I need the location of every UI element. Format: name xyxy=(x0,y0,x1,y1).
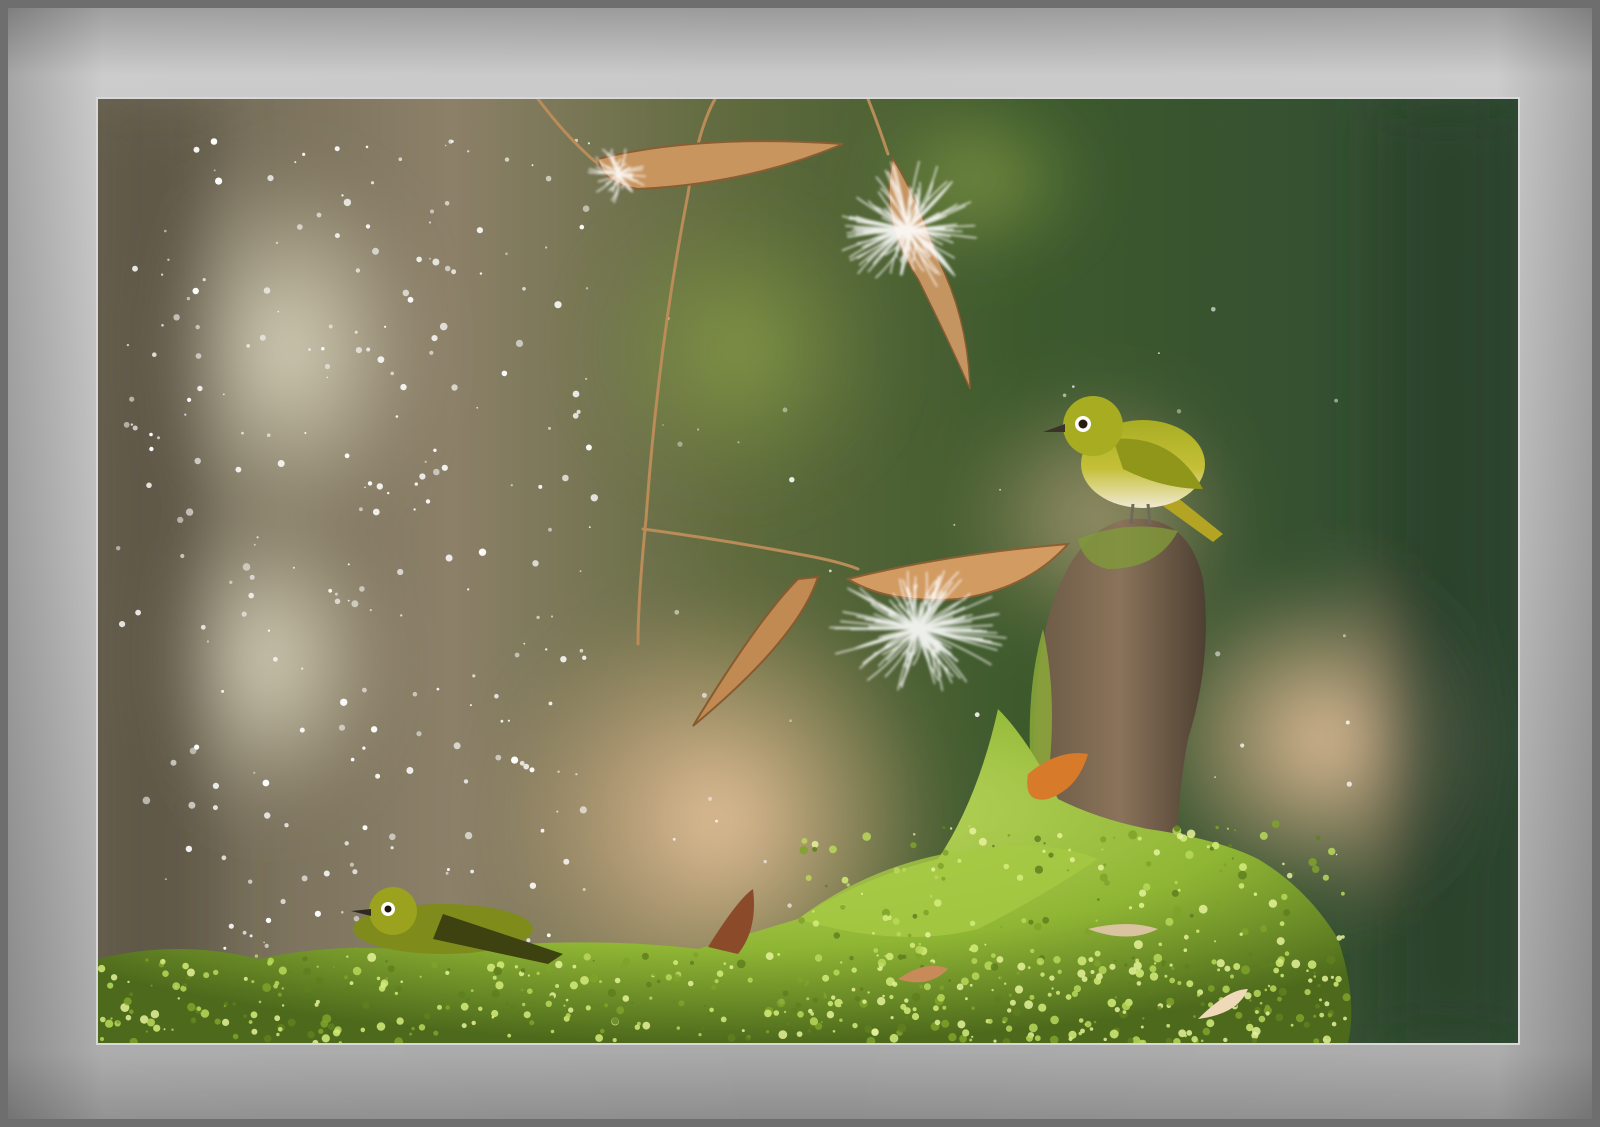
bird-eye xyxy=(1078,419,1088,429)
bird-head xyxy=(1063,396,1123,456)
bird2-eye xyxy=(384,905,392,913)
photograph xyxy=(96,97,1520,1045)
picture-frame xyxy=(0,0,1600,1127)
photo-scene xyxy=(98,99,1518,1043)
